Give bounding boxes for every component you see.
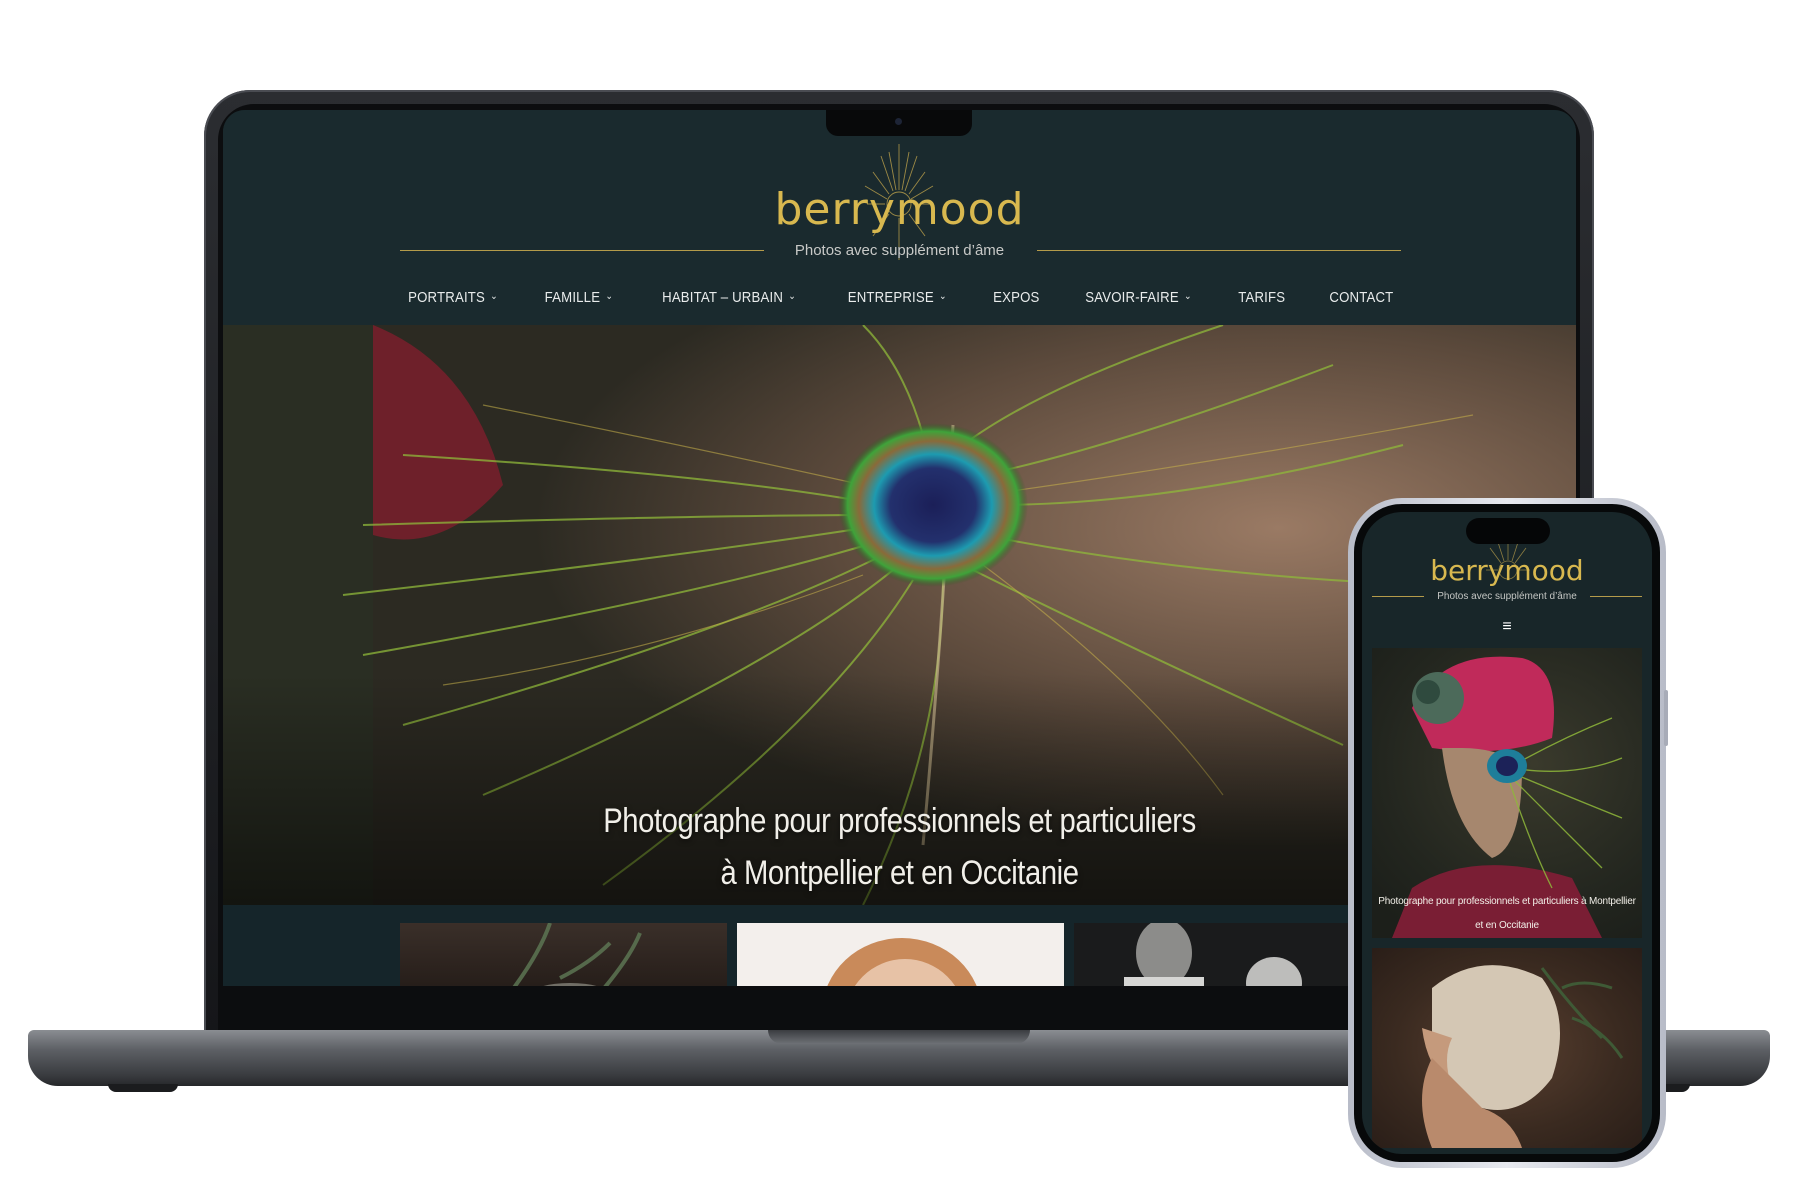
chevron-down-icon: ⌄ [489, 290, 498, 302]
gallery-thumb[interactable] [737, 923, 1064, 986]
main-nav: PORTRAITS ⌄ FAMILLE ⌄ HABITAT – URBAIN ⌄ EN… [223, 282, 1576, 312]
nav-item-famille[interactable]: FAMILLE ⌄ [528, 289, 628, 306]
nav-label: SAVOIR-FAIRE [1085, 288, 1180, 306]
nav-label: EXPOS [992, 288, 1040, 306]
mobile-website: berrymood Photos avec supplément d’âme ≡… [1362, 512, 1652, 1154]
mobile-hero: Photographe pour professionnels et parti… [1372, 648, 1642, 938]
nav-item-habitat-urbain[interactable]: HABITAT – URBAIN ⌄ [646, 289, 811, 306]
hero-line-2: à Montpellier et en Occitanie [720, 854, 1079, 892]
chevron-down-icon: ⌄ [939, 290, 947, 302]
brand-tagline: Photos avec supplément d’âme [794, 242, 1005, 259]
nav-item-portraits[interactable]: PORTRAITS ⌄ [392, 289, 513, 306]
nav-label: HABITAT – URBAIN [662, 288, 784, 306]
camera-icon [895, 118, 902, 125]
laptop-foot [108, 1084, 178, 1092]
nav-item-entreprise[interactable]: ENTREPRISE ⌄ [832, 289, 963, 306]
nav-label: PORTRAITS [407, 288, 485, 306]
laptop-opening-groove [768, 1030, 1030, 1044]
nav-label: ENTREPRISE [847, 288, 935, 306]
camera-notch [826, 110, 972, 136]
nav-label: FAMILLE [544, 288, 600, 306]
chevron-down-icon: ⌄ [604, 290, 613, 302]
nav-label: CONTACT [1329, 288, 1394, 306]
hero-line-1: Photographe pour professionnels et parti… [603, 802, 1196, 840]
nav-label: TARIFS [1238, 288, 1286, 306]
profile-portrait-image [1422, 965, 1624, 1148]
mobile-brand-name[interactable]: berrymood [1362, 554, 1652, 587]
nav-item-tarifs[interactable]: TARIFS [1223, 289, 1302, 306]
nav-item-savoir-faire[interactable]: SAVOIR-FAIRE ⌄ [1070, 289, 1208, 306]
nav-item-contact[interactable]: CONTACT [1313, 289, 1409, 306]
hamburger-icon[interactable]: ≡ [1500, 619, 1514, 635]
nav-item-expos[interactable]: EXPOS [977, 289, 1055, 306]
mobile-brand-tagline: Photos avec supplément d’âme [1437, 591, 1577, 602]
logo[interactable]: berrymood Photos avec supplément d’âme [223, 138, 1576, 268]
dynamic-island [1466, 518, 1550, 544]
chevron-down-icon: ⌄ [788, 290, 797, 302]
brand-name: berrymood [774, 184, 1025, 235]
mobile-gallery-card[interactable] [1372, 948, 1642, 1148]
site-header: berrymood Photos avec supplément d’âme P… [223, 110, 1576, 325]
device-mockup: berrymood Photos avec supplément d’âme P… [0, 0, 1798, 1204]
mobile-hero-headline: Photographe pour professionnels et parti… [1378, 896, 1636, 931]
portrait-leaves-image [512, 923, 642, 986]
chevron-down-icon: ⌄ [1184, 290, 1192, 302]
phone-side-button [1664, 690, 1668, 746]
gallery-thumb[interactable] [400, 923, 727, 986]
portrait-redhead-image [827, 938, 977, 986]
